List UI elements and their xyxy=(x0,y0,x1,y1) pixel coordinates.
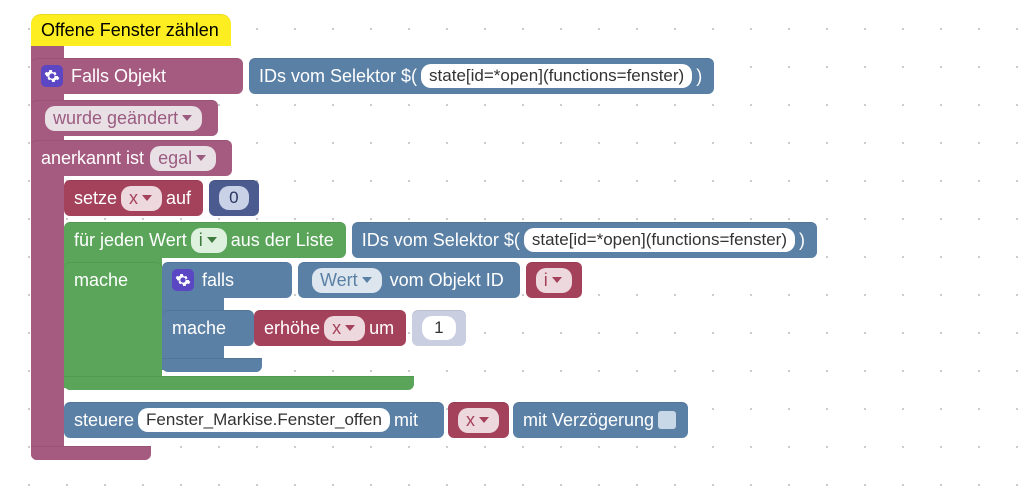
of-obj-label: vom Objekt ID xyxy=(390,270,504,291)
chevron-down-icon xyxy=(479,417,489,423)
ack-block[interactable]: anerkannt ist egal xyxy=(31,140,232,176)
chevron-down-icon xyxy=(196,155,206,161)
do-label-2: mache xyxy=(172,318,226,339)
set-var-dropdown[interactable]: x xyxy=(121,186,162,211)
trigger-foot xyxy=(31,446,151,460)
number-block[interactable]: 0 xyxy=(209,180,258,216)
steer-var-dropdown[interactable]: x xyxy=(458,408,499,433)
set-var: x xyxy=(129,188,138,209)
value-of-object[interactable]: Wert vom Objekt ID xyxy=(298,262,520,298)
inc-var: x xyxy=(332,318,341,339)
if-object-label: Falls Objekt xyxy=(71,66,166,87)
ack-label: anerkannt ist xyxy=(41,148,144,169)
sel-value-1[interactable]: state[id=*open](functions=fenster) xyxy=(421,64,692,88)
selector-block-2[interactable]: IDs vom Selektor $( state[id=*open](func… xyxy=(352,222,817,258)
value-dropdown[interactable]: Wert xyxy=(312,268,382,293)
by-value-block[interactable]: 1 xyxy=(412,310,465,346)
sel-value-2[interactable]: state[id=*open](functions=fenster) xyxy=(524,228,795,252)
chevron-down-icon xyxy=(207,237,217,243)
chevron-down-icon xyxy=(182,115,192,121)
selector-block-1[interactable]: IDs vom Selektor $( state[id=*open](func… xyxy=(249,58,714,94)
chevron-down-icon xyxy=(362,277,372,283)
delay-label: mit Verzögerung xyxy=(523,410,654,431)
foreach-block[interactable]: für jeden Wert i aus der Liste xyxy=(64,222,346,258)
steer-var: x xyxy=(466,410,475,431)
loop-var: i xyxy=(199,230,203,251)
value-label: Wert xyxy=(320,270,358,291)
delay-checkbox[interactable] xyxy=(658,411,676,429)
changed-dropdown[interactable]: wurde geändert xyxy=(45,106,202,131)
gear-icon[interactable] xyxy=(172,269,194,291)
inc-var-dropdown[interactable]: x xyxy=(324,316,365,341)
changed-label: wurde geändert xyxy=(53,108,178,129)
do-block-blue: mache xyxy=(162,310,254,346)
if-foot xyxy=(162,358,262,372)
ack-value: egal xyxy=(158,148,192,169)
steer-with: mit xyxy=(394,410,418,431)
inc-label: erhöhe xyxy=(264,318,320,339)
set-label: setze xyxy=(74,188,117,209)
chevron-down-icon xyxy=(345,325,355,331)
changed-block[interactable]: wurde geändert xyxy=(31,100,218,136)
loop-var-dropdown[interactable]: i xyxy=(191,228,227,253)
set-to: auf xyxy=(166,188,191,209)
ack-dropdown[interactable]: egal xyxy=(150,146,216,171)
steer-label: steuere xyxy=(74,410,134,431)
num-val[interactable]: 0 xyxy=(219,186,248,210)
sel-label-2: IDs vom Selektor $( xyxy=(362,230,520,251)
if-block[interactable]: falls xyxy=(162,262,292,298)
steer-target[interactable]: Fenster_Markise.Fenster_offen xyxy=(138,408,390,432)
do-label-1: mache xyxy=(74,270,128,291)
do-block-green: mache xyxy=(64,262,162,298)
sel-close-2: ) xyxy=(799,230,805,251)
foreach-foot xyxy=(64,376,414,390)
by-val[interactable]: 1 xyxy=(422,316,455,340)
blockly-canvas[interactable]: Offene Fenster zählen Falls Objekt IDs v… xyxy=(0,0,1024,14)
sel-close-1: ) xyxy=(696,66,702,87)
if-label: falls xyxy=(202,270,234,291)
from-list-label: aus der Liste xyxy=(231,230,334,251)
chevron-down-icon xyxy=(552,277,562,283)
delay-block[interactable]: mit Verzögerung xyxy=(513,402,688,438)
by-label: um xyxy=(369,318,394,339)
control-block[interactable]: steuere Fenster_Markise.Fenster_offen mi… xyxy=(64,402,444,438)
chevron-down-icon xyxy=(142,195,152,201)
i-var: i xyxy=(544,270,548,291)
increment-block[interactable]: erhöhe x um xyxy=(254,310,406,346)
var-i-block[interactable]: i xyxy=(526,262,582,298)
steer-var-block[interactable]: x xyxy=(448,402,509,438)
set-var-block[interactable]: setze x auf xyxy=(64,180,203,216)
title-block[interactable]: Offene Fenster zählen xyxy=(31,14,231,46)
title-label: Offene Fenster zählen xyxy=(41,20,219,41)
gear-icon[interactable] xyxy=(41,65,63,87)
on-object-block[interactable]: Falls Objekt xyxy=(31,58,243,94)
foreach-label: für jeden Wert xyxy=(74,230,187,251)
i-dropdown[interactable]: i xyxy=(536,268,572,293)
sel-label-1: IDs vom Selektor $( xyxy=(259,66,417,87)
